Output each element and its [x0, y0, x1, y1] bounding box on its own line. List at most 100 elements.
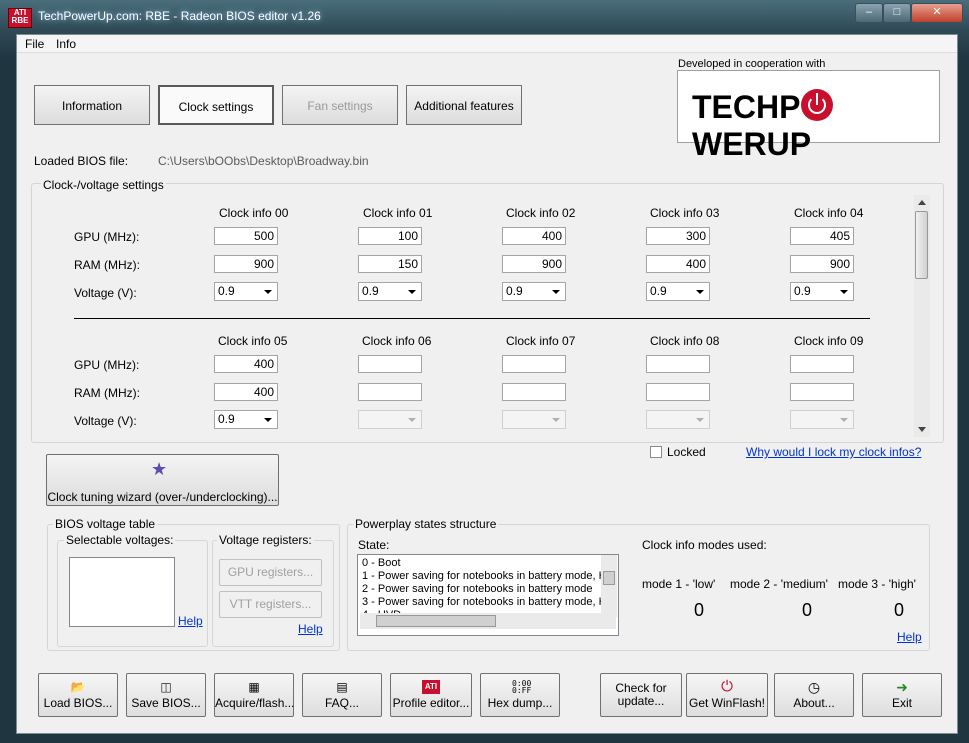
state-item[interactable]: 2 - Power saving for notebooks in batter… [362, 583, 602, 596]
clock-07-ram-input[interactable] [502, 383, 566, 401]
scrollbar-thumb[interactable] [603, 571, 615, 585]
maximize-button[interactable]: □ [883, 3, 911, 23]
clock-03-gpu-input[interactable]: 300 [646, 227, 710, 245]
techpowerup-logo[interactable]: TECHP WERUP [677, 70, 940, 162]
clock-02-voltage-value: 0.9 [506, 284, 523, 298]
voltage-label-row2: Voltage (V): [74, 414, 137, 428]
clock-02-ram-input[interactable]: 900 [502, 255, 566, 273]
about-button[interactable]: ◷ About... [774, 673, 854, 717]
powerplay-help-link[interactable]: Help [897, 630, 922, 644]
powerplay-state-list[interactable]: 0 - Boot 1 - Power saving for notebooks … [357, 554, 619, 636]
get-winflash-button[interactable]: ⏻ Get WinFlash! [686, 673, 768, 717]
clock-07-voltage-select[interactable] [502, 410, 566, 429]
tab-information[interactable]: Information [34, 85, 150, 125]
scroll-down-icon[interactable] [918, 427, 926, 432]
faq-button[interactable]: ▤ FAQ... [302, 673, 382, 717]
clock-05-voltage-value: 0.9 [218, 412, 235, 426]
powerplay-group-title: Powerplay states structure [353, 517, 499, 531]
row-separator [74, 318, 870, 319]
profile-editor-button[interactable]: ATI Profile editor... [390, 673, 472, 717]
clock-info-09-header: Clock info 09 [794, 334, 864, 348]
clock-00-voltage-select[interactable]: 0.9 [214, 282, 278, 301]
check-update-button[interactable]: Check for update... [600, 673, 682, 717]
clock-01-gpu-input[interactable]: 100 [358, 227, 422, 245]
load-bios-label: Load BIOS... [43, 696, 113, 710]
hex-dump-button[interactable]: 0:00 0:FF Hex dump... [480, 673, 560, 717]
clock-08-gpu-input[interactable] [646, 355, 710, 373]
clock-03-voltage-select[interactable]: 0.9 [646, 282, 710, 301]
locked-checkbox[interactable] [650, 446, 662, 458]
registers-help-link[interactable]: Help [298, 622, 323, 636]
clock-09-voltage-select[interactable] [790, 410, 854, 429]
clock-voltage-group-title: Clock-/voltage settings [41, 178, 166, 192]
clock-09-ram-input[interactable] [790, 383, 854, 401]
clock-02-gpu-input[interactable]: 400 [502, 227, 566, 245]
clock-05-gpu-input[interactable]: 400 [214, 355, 278, 373]
title-bar[interactable]: ATI RBE TechPowerUp.com: RBE - Radeon BI… [0, 0, 969, 32]
voltage-help-link[interactable]: Help [178, 614, 203, 628]
selectable-voltages-list[interactable] [69, 557, 175, 627]
menu-file[interactable]: File [25, 37, 44, 51]
logo-caption: Developed in cooperation with [678, 58, 826, 70]
clock-info-05-header: Clock info 05 [218, 334, 288, 348]
save-bios-button[interactable]: ◫ Save BIOS... [126, 673, 206, 717]
scroll-up-icon[interactable] [918, 200, 926, 205]
scrollbar-thumb[interactable] [376, 615, 496, 627]
clock-07-gpu-input[interactable] [502, 355, 566, 373]
exit-button[interactable]: ➜ Exit [862, 673, 942, 717]
tab-clock-settings[interactable]: Clock settings [158, 85, 274, 125]
bios-voltage-group-title: BIOS voltage table [53, 517, 158, 531]
state-label: State: [358, 538, 390, 552]
scrollbar-thumb[interactable] [915, 211, 928, 279]
clock-tuning-wizard-button[interactable]: ★ Clock tuning wizard (over-/underclocki… [46, 454, 279, 506]
clock-08-voltage-select[interactable] [646, 410, 710, 429]
clock-06-voltage-select[interactable] [358, 410, 422, 429]
wizard-icon: ★ [151, 459, 168, 479]
clock-03-ram-input[interactable]: 400 [646, 255, 710, 273]
chip-icon: ▦ [248, 680, 260, 694]
acquire-flash-button[interactable]: ▦ Acquire/flash... [214, 673, 294, 717]
clock-02-voltage-select[interactable]: 0.9 [502, 282, 566, 301]
clock-01-voltage-select[interactable]: 0.9 [358, 282, 422, 301]
clock-09-gpu-input[interactable] [790, 355, 854, 373]
clock-05-ram-input[interactable]: 400 [214, 383, 278, 401]
clock-01-ram-input[interactable]: 150 [358, 255, 422, 273]
clock-04-voltage-select[interactable]: 0.9 [790, 282, 854, 301]
logo-wordmark: TECHP WERUP [692, 89, 939, 163]
clock-04-gpu-input[interactable]: 405 [790, 227, 854, 245]
clock-08-ram-input[interactable] [646, 383, 710, 401]
menu-info[interactable]: Info [56, 37, 76, 51]
chevron-down-icon [408, 418, 416, 422]
clock-00-gpu-input[interactable]: 500 [214, 227, 278, 245]
clock-info-02-header: Clock info 02 [506, 206, 576, 220]
minimize-button[interactable]: – [855, 3, 883, 23]
tab-additional-features[interactable]: Additional features [406, 85, 522, 125]
clock-00-ram-input[interactable]: 900 [214, 255, 278, 273]
mode-3-label: mode 3 - 'high' [838, 577, 916, 591]
gpu-registers-button[interactable]: GPU registers... [219, 559, 322, 586]
locked-label: Locked [667, 445, 706, 459]
state-horizontal-scrollbar[interactable] [360, 613, 616, 629]
about-label: About... [793, 696, 835, 710]
chevron-down-icon [264, 418, 272, 422]
clock-06-gpu-input[interactable] [358, 355, 422, 373]
clock-vertical-scrollbar[interactable] [914, 195, 930, 437]
bios-file-label: Loaded BIOS file: [34, 154, 129, 168]
close-button[interactable]: ✕ [911, 3, 963, 23]
clock-04-ram-input[interactable]: 900 [790, 255, 854, 273]
state-vertical-scrollbar[interactable] [601, 555, 617, 617]
vtt-registers-button[interactable]: VTT registers... [219, 591, 322, 618]
clock-05-voltage-select[interactable]: 0.9 [214, 410, 278, 429]
state-item[interactable]: 0 - Boot [362, 557, 602, 570]
clock-info-03-header: Clock info 03 [650, 206, 720, 220]
lock-info-link[interactable]: Why would I lock my clock infos? [746, 445, 921, 459]
ati-rbe-icon: ATI RBE [8, 8, 32, 28]
clock-01-voltage-value: 0.9 [362, 284, 379, 298]
voltage-registers-title: Voltage registers: [217, 533, 314, 547]
state-item[interactable]: 1 - Power saving for notebooks in batter… [362, 570, 602, 583]
tab-fan-settings[interactable]: Fan settings [282, 85, 398, 125]
state-item[interactable]: 3 - Power saving for notebooks in batter… [362, 596, 602, 609]
gpu-label-row1: GPU (MHz): [74, 230, 140, 244]
load-bios-button[interactable]: 📂 Load BIOS... [38, 673, 118, 717]
clock-06-ram-input[interactable] [358, 383, 422, 401]
